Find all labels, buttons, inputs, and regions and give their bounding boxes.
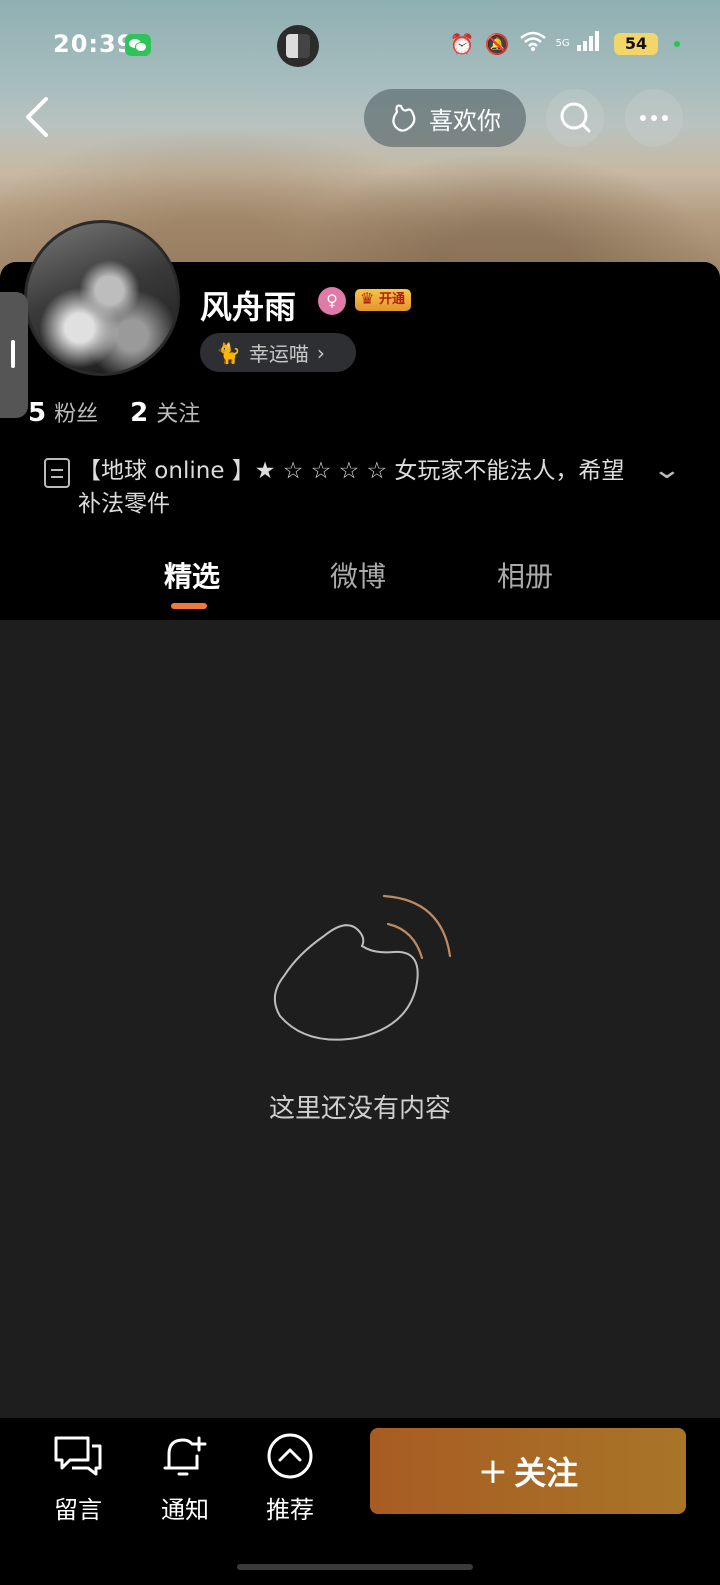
avatar[interactable]	[24, 220, 180, 376]
back-button[interactable]	[22, 95, 62, 141]
status-time: 20:39	[53, 30, 135, 58]
like-you-label: 喜欢你	[429, 106, 501, 135]
bio: 【地球 online 】★ ☆ ☆ ☆ ☆ 女玩家不能法人，希望补法零件	[44, 455, 644, 521]
floating-window-icon[interactable]	[277, 25, 319, 67]
empty-state-text: 这里还没有内容	[268, 1094, 451, 1124]
following-label: 关注	[156, 402, 201, 427]
profile-name: 风舟雨	[200, 288, 297, 326]
lucky-cat-badge[interactable]: 🐈 幸运喵 ›	[200, 333, 356, 372]
cat-icon: 🐈	[216, 340, 241, 365]
document-icon	[44, 458, 70, 488]
tab-album[interactable]: 相册	[497, 555, 553, 595]
vip-open-badge[interactable]: 开通	[355, 288, 412, 311]
profile-tabs: 精选 微博 相册	[0, 555, 720, 615]
recommend-button[interactable]: 推荐	[250, 1428, 330, 1525]
chevron-left-icon	[26, 97, 48, 137]
female-icon: ♀	[318, 287, 346, 315]
battery-level: 54	[614, 33, 658, 55]
fans-label: 粉丝	[54, 402, 99, 427]
home-indicator[interactable]	[237, 1564, 473, 1570]
charging-dot	[674, 41, 680, 47]
tab-featured[interactable]: 精选	[164, 555, 220, 595]
network-type: 5G	[555, 38, 570, 49]
bottom-action-bar: 留言 通知 推荐 + 关注	[0, 1418, 720, 1585]
like-you-button[interactable]: 喜欢你	[364, 89, 526, 147]
message-board-label: 留言	[54, 1496, 102, 1524]
wechat-notification-icon	[125, 34, 151, 56]
wifi-icon	[519, 30, 546, 58]
chevron-right-icon: ›	[316, 340, 325, 365]
chevron-up-circle-icon	[267, 1433, 313, 1479]
fans-stat[interactable]: 5 粉丝	[28, 396, 98, 428]
follow-label: 关注	[514, 1454, 579, 1492]
search-icon	[560, 102, 591, 133]
like-hand-icon	[392, 104, 416, 132]
notify-label: 通知	[161, 1496, 209, 1524]
bio-text: 【地球 online 】★ ☆ ☆ ☆ ☆ 女玩家不能法人，希望补法零件	[78, 458, 625, 517]
expand-bio-chevron-down-icon[interactable]: ⌄	[652, 455, 683, 485]
comment-icon	[54, 1436, 102, 1476]
lucky-cat-label: 幸运喵	[248, 342, 309, 366]
status-bar: 20:39 ⏰ 🔕 5G 54	[0, 22, 720, 68]
alarm-icon: ⏰	[449, 32, 475, 56]
fans-count: 5	[28, 398, 47, 428]
system-icons: ⏰ 🔕 5G 54	[450, 30, 680, 58]
more-options-button[interactable]	[625, 89, 683, 147]
bell-add-icon	[163, 1436, 207, 1476]
active-tab-indicator	[171, 603, 207, 609]
plus-icon: +	[477, 1450, 509, 1492]
following-stat[interactable]: 2 关注	[130, 396, 200, 428]
message-board-button[interactable]: 留言	[38, 1428, 118, 1525]
more-dots-icon	[640, 115, 668, 121]
follow-button[interactable]: + 关注	[370, 1428, 686, 1514]
following-count: 2	[130, 398, 149, 428]
search-button[interactable]	[546, 89, 604, 147]
recommend-label: 推荐	[266, 1496, 314, 1524]
notify-button[interactable]: 通知	[145, 1428, 225, 1525]
mute-bell-icon: 🔕	[484, 32, 510, 56]
empty-content-illustration	[273, 894, 452, 1041]
follow-stats: 5 粉丝 2 关注	[28, 396, 200, 428]
signal-icon: 5G	[556, 30, 600, 58]
tab-weibo[interactable]: 微博	[330, 555, 386, 595]
side-drawer-handle[interactable]	[0, 292, 28, 418]
